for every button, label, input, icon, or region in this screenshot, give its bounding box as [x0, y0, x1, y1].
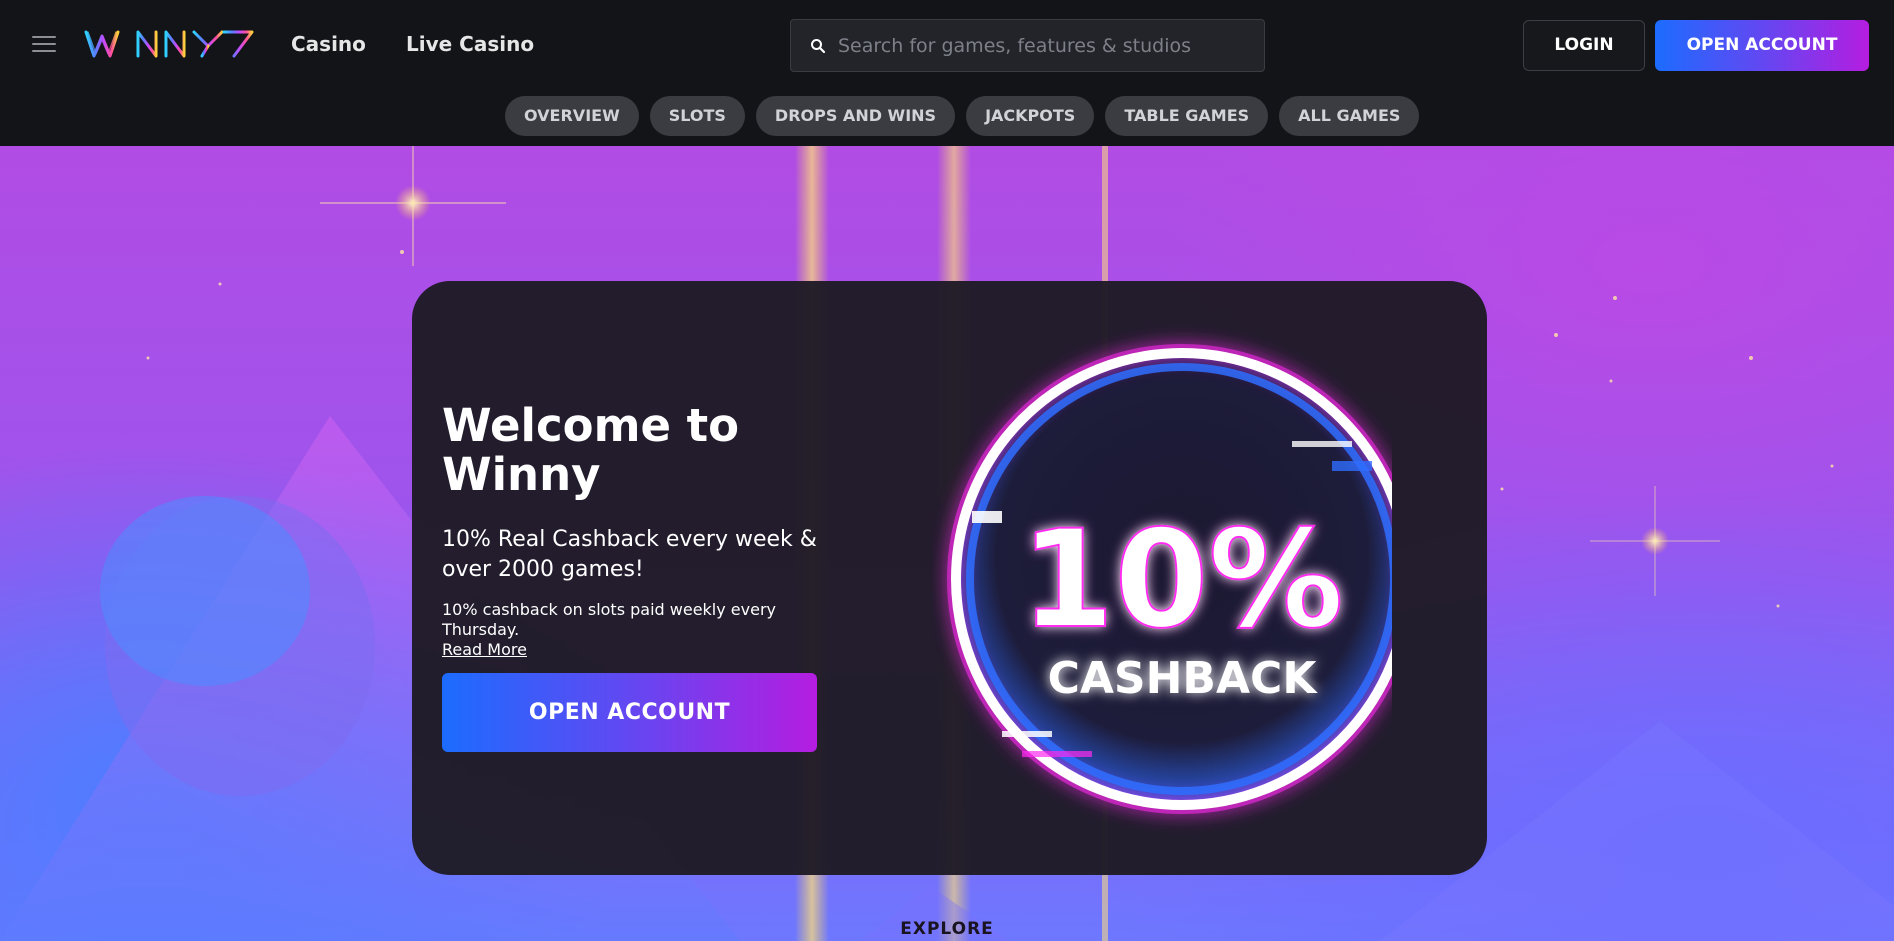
nav-live-casino[interactable]: Live Casino	[406, 30, 534, 58]
search-icon	[811, 39, 826, 54]
hero-subtitle: 10% Real Cashback every week & over 2000…	[442, 527, 817, 582]
tab-slots[interactable]: SLOTS	[649, 96, 745, 136]
tab-jackpots[interactable]: JACKPOTS	[966, 96, 1095, 136]
promo-card: Welcome to Winny 10% Real Cashback every…	[412, 281, 1487, 875]
menu-bar	[32, 36, 56, 38]
hero-description: 10% cashback on slots paid weekly every …	[442, 600, 777, 639]
top-header: Casino Live Casino LOGIN OPEN ACCOUNT OV…	[0, 0, 1894, 146]
menu-bar	[32, 50, 56, 52]
nav-casino[interactable]: Casino	[291, 30, 366, 58]
tab-table-games[interactable]: TABLE GAMES	[1105, 96, 1269, 136]
badge-percent: 10%	[1020, 501, 1343, 658]
hero-banner: Welcome to Winny 10% Real Cashback every…	[0, 146, 1894, 941]
tab-all-games[interactable]: ALL GAMES	[1279, 96, 1420, 136]
menu-bar	[32, 43, 56, 45]
search-box[interactable]	[790, 19, 1265, 72]
explore-link[interactable]: EXPLORE	[0, 919, 1894, 939]
hero-title: Welcome to Winny	[442, 399, 740, 501]
open-account-button[interactable]: OPEN ACCOUNT	[1655, 20, 1869, 71]
category-tabs: OVERVIEW SLOTS DROPS AND WINS JACKPOTS T…	[505, 96, 1420, 136]
hamburger-menu-icon[interactable]	[32, 36, 56, 54]
hero-open-account-button[interactable]: OPEN ACCOUNT	[442, 673, 817, 752]
cashback-badge: 10% CASHBACK	[947, 344, 1392, 814]
tab-overview[interactable]: OVERVIEW	[505, 96, 639, 136]
read-more-link[interactable]: Read More	[442, 640, 527, 660]
badge-label: CASHBACK	[1048, 653, 1319, 704]
tab-drops-and-wins[interactable]: DROPS AND WINS	[755, 96, 956, 136]
winny-logo[interactable]	[84, 26, 256, 62]
login-button[interactable]: LOGIN	[1523, 20, 1645, 71]
search-input[interactable]	[836, 20, 1256, 71]
